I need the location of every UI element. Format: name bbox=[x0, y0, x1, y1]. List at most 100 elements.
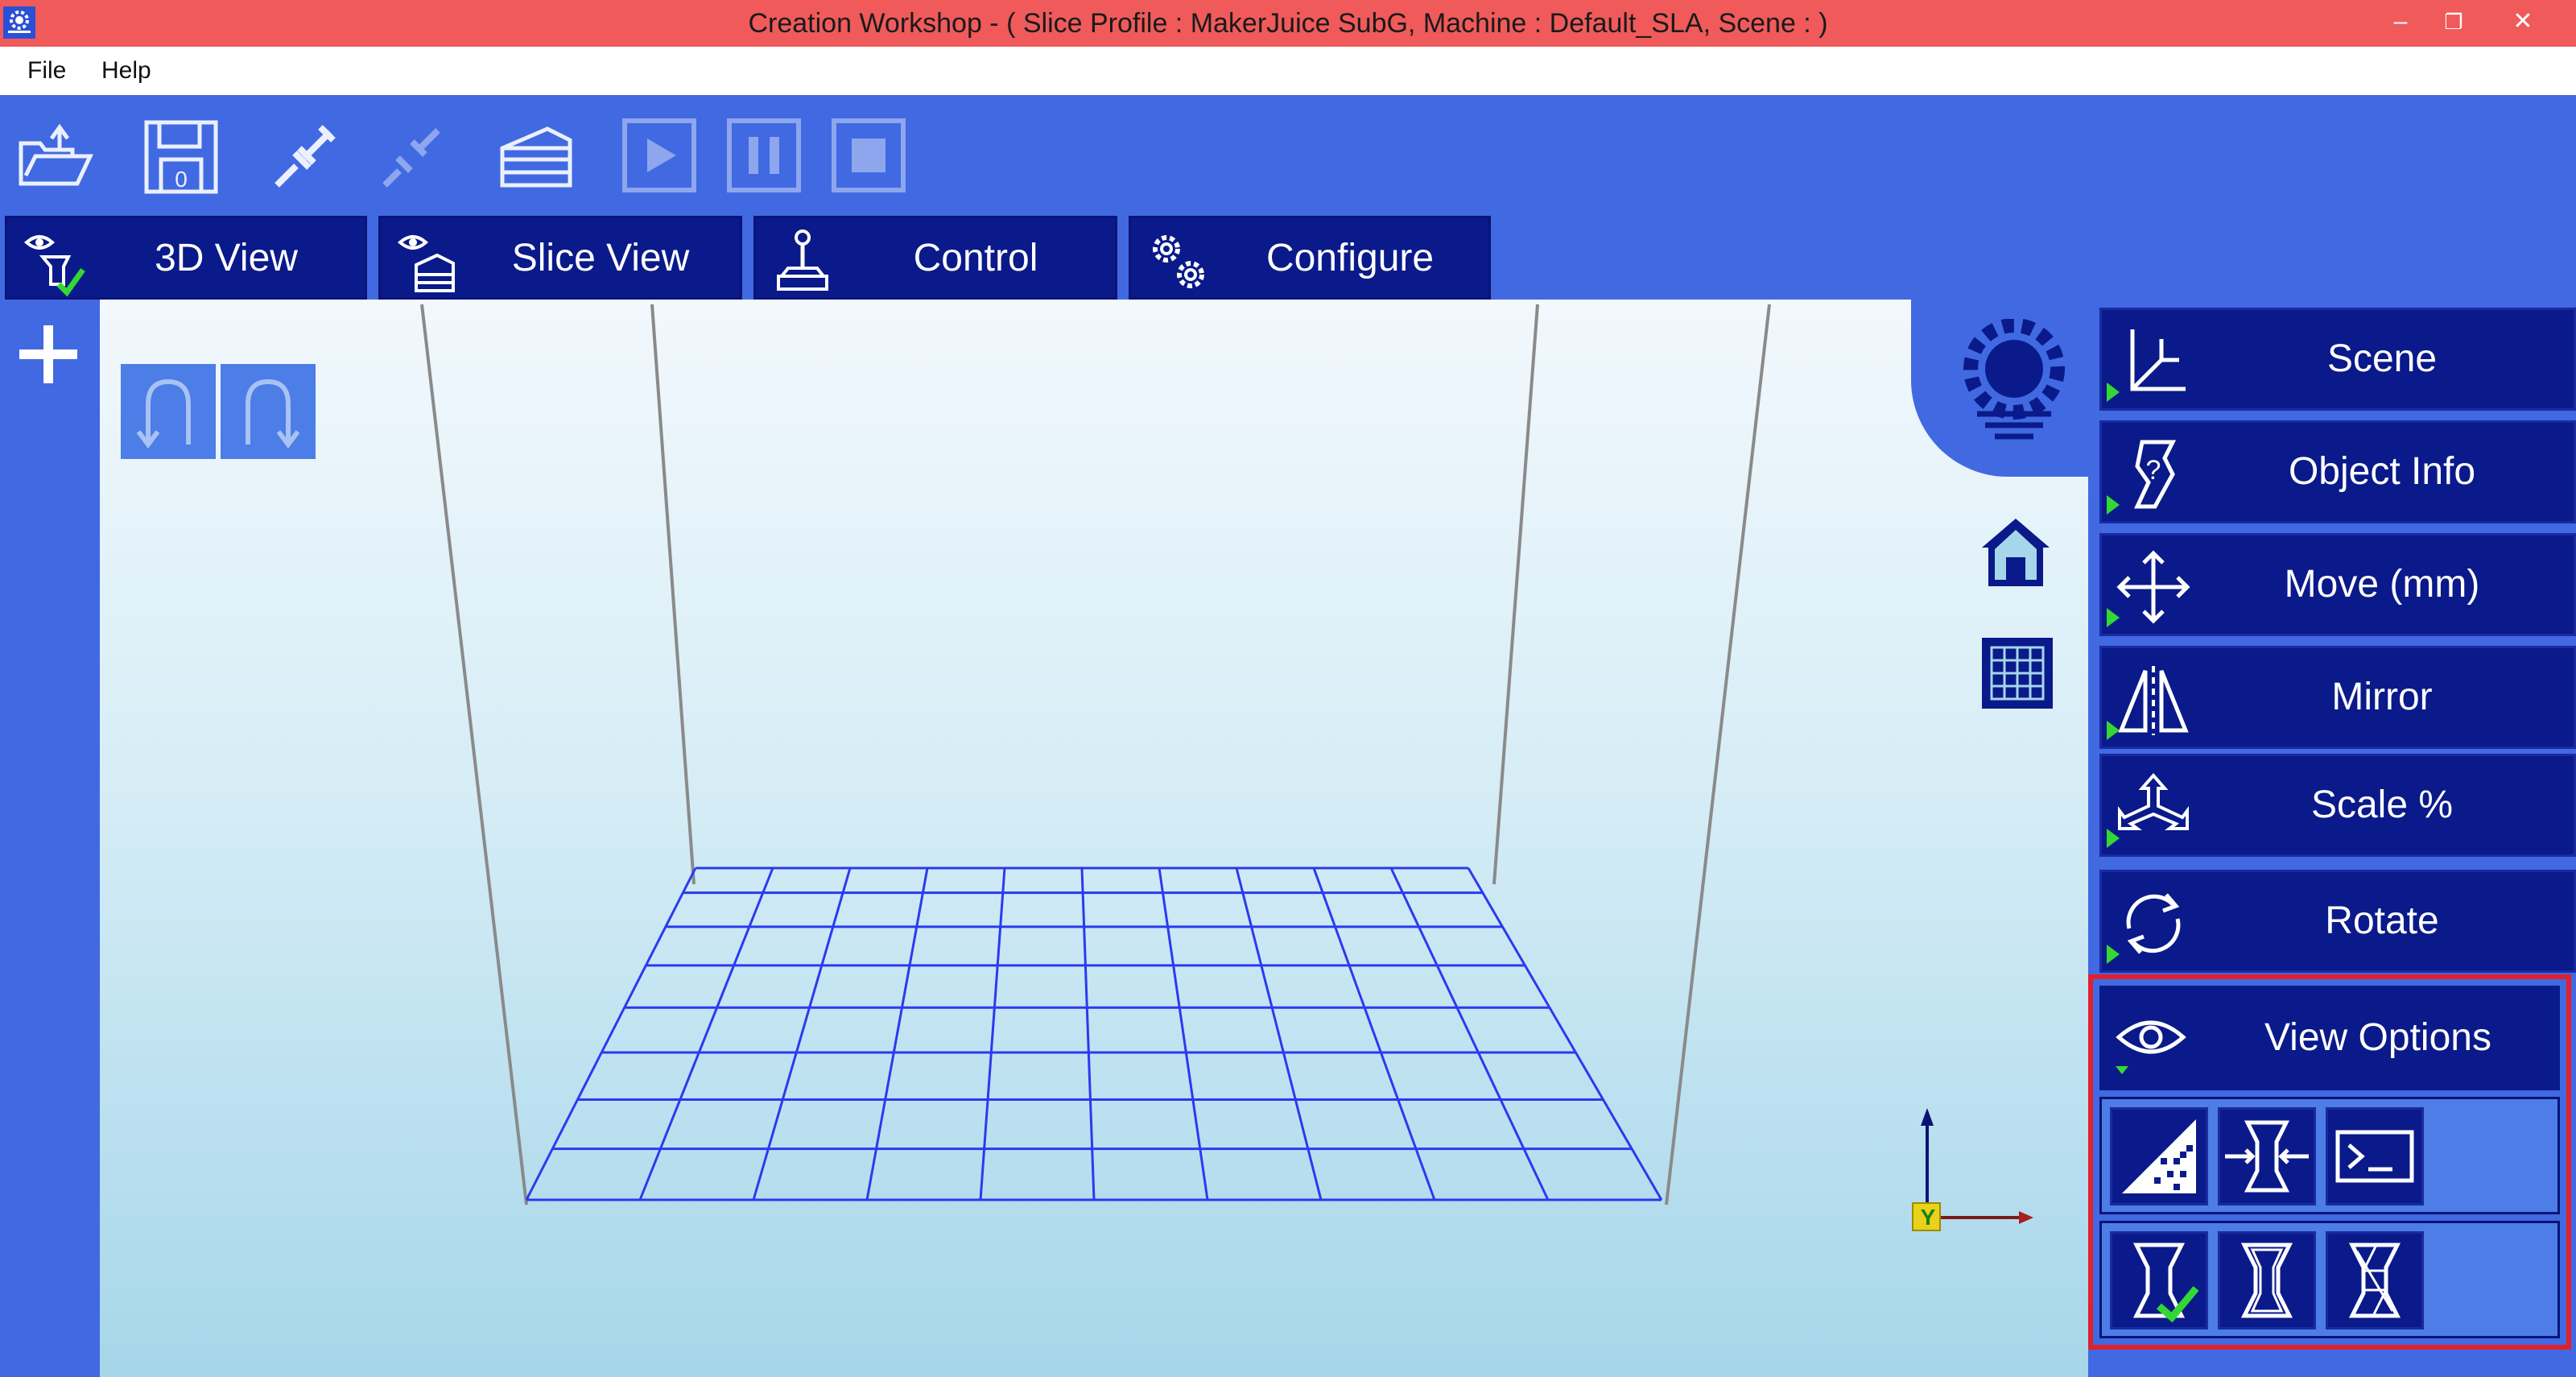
move-button[interactable]: Move (mm) bbox=[2099, 533, 2576, 636]
gradient-shading-icon bbox=[2122, 1119, 2196, 1193]
rotate-label: Rotate bbox=[2325, 899, 2439, 942]
expand-arrow-icon bbox=[2107, 945, 2120, 964]
solid-object-check-icon bbox=[2132, 1243, 2199, 1323]
grid-line bbox=[865, 867, 929, 1201]
grid-line bbox=[1389, 867, 1550, 1201]
expand-arrow-icon bbox=[2107, 382, 2120, 402]
move-arrows-icon bbox=[2116, 550, 2190, 624]
view-solid-button[interactable] bbox=[2110, 1231, 2208, 1329]
grid-line bbox=[979, 867, 1006, 1201]
tab-3d-view-label: 3D View bbox=[155, 237, 298, 279]
sun-icon bbox=[1963, 319, 2065, 440]
grid-line bbox=[752, 867, 852, 1201]
view-options-row-2 bbox=[2099, 1221, 2560, 1338]
tab-configure[interactable]: Configure bbox=[1129, 216, 1491, 300]
play-button[interactable] bbox=[615, 111, 704, 200]
build-volume-frame bbox=[420, 304, 1771, 1205]
object-info-button[interactable]: ? Object Info bbox=[2099, 420, 2576, 523]
grid-line bbox=[1467, 867, 1663, 1201]
pause-button[interactable] bbox=[720, 111, 808, 200]
mirror-button[interactable]: Mirror bbox=[2099, 646, 2576, 749]
save-file-button[interactable]: 0 bbox=[137, 111, 225, 200]
stop-button[interactable] bbox=[824, 111, 913, 200]
app-window: Creation Workshop - ( Slice Profile : Ma… bbox=[0, 0, 2576, 1377]
view-options-label: View Options bbox=[2264, 1016, 2491, 1059]
rotate-icon bbox=[2126, 893, 2181, 954]
joystick-icon bbox=[777, 229, 828, 291]
grid-line bbox=[1312, 867, 1436, 1201]
eye-icon bbox=[2116, 1020, 2186, 1074]
console-icon bbox=[2335, 1130, 2414, 1183]
grid-line bbox=[638, 867, 774, 1201]
view-compress-button[interactable] bbox=[2218, 1107, 2316, 1205]
view-gradient-button[interactable] bbox=[2110, 1107, 2208, 1205]
object-info-icon: ? bbox=[2134, 440, 2177, 509]
save-icon: 0 bbox=[144, 120, 218, 194]
grid-view-button[interactable] bbox=[1979, 635, 2056, 712]
toolbar: 0 bbox=[0, 95, 2576, 216]
view-options-button[interactable]: View Options bbox=[2099, 986, 2560, 1090]
add-object-button[interactable] bbox=[14, 320, 82, 388]
axis-y-label: Y bbox=[1920, 1205, 1936, 1230]
rotate-button[interactable]: Rotate bbox=[2099, 870, 2576, 973]
grid-line bbox=[525, 867, 697, 1201]
home-view-button[interactable] bbox=[1975, 512, 2056, 593]
expand-arrow-icon bbox=[2107, 829, 2120, 848]
menu-file[interactable]: File bbox=[27, 47, 66, 95]
scene-label: Scene bbox=[2326, 337, 2438, 380]
scene-button[interactable]: Scene bbox=[2099, 308, 2576, 411]
tab-configure-label: Configure bbox=[1265, 237, 1435, 279]
open-icon bbox=[19, 123, 93, 186]
scale-label: Scale % bbox=[2310, 784, 2454, 826]
axes-icon bbox=[2130, 329, 2186, 391]
minimize-button[interactable]: – bbox=[2373, 0, 2428, 47]
eye-3d-view-icon bbox=[23, 235, 85, 297]
scale-icon bbox=[2118, 772, 2189, 830]
menu-bar: File Help bbox=[0, 47, 2576, 95]
grid-line bbox=[1158, 867, 1209, 1201]
wireframe-object-icon bbox=[2348, 1243, 2401, 1318]
mirror-icon bbox=[2118, 666, 2189, 735]
disconnect-button[interactable] bbox=[367, 111, 456, 200]
outline-object-icon bbox=[2240, 1243, 2293, 1318]
mirror-label: Mirror bbox=[2331, 676, 2433, 718]
open-file-button[interactable] bbox=[11, 111, 100, 200]
close-button[interactable]: ✕ bbox=[2496, 0, 2550, 47]
connect-icon bbox=[275, 125, 336, 188]
build-platform-grid bbox=[525, 866, 1663, 1201]
title-bar: Creation Workshop - ( Slice Profile : Ma… bbox=[0, 0, 2576, 47]
scale-button[interactable]: Scale % bbox=[2099, 754, 2576, 857]
expand-arrow-icon bbox=[2107, 721, 2120, 740]
view-options-panel: View Options bbox=[2088, 974, 2571, 1350]
view-wireframe-button[interactable] bbox=[2326, 1231, 2424, 1329]
grid-line bbox=[1080, 867, 1096, 1201]
tab-control[interactable]: Control bbox=[753, 216, 1117, 300]
tab-3d-view[interactable]: 3D View bbox=[5, 216, 367, 300]
svg-text:0: 0 bbox=[175, 167, 188, 192]
expand-arrow-icon bbox=[2107, 495, 2120, 515]
grid-line bbox=[1235, 867, 1323, 1201]
3d-viewport[interactable]: Y bbox=[100, 300, 2088, 1377]
gears-icon bbox=[1153, 235, 1204, 288]
build-volume-scene bbox=[420, 304, 2033, 1231]
slice-button[interactable] bbox=[491, 111, 580, 200]
connect-button[interactable] bbox=[259, 111, 348, 200]
object-info-label: Object Info bbox=[2288, 450, 2476, 493]
slice-icon bbox=[500, 126, 572, 188]
view-outline-button[interactable] bbox=[2218, 1231, 2316, 1329]
plus-icon bbox=[19, 325, 77, 383]
tab-control-label: Control bbox=[913, 237, 1038, 279]
left-column bbox=[0, 300, 100, 1377]
restore-button[interactable]: ❐ bbox=[2426, 0, 2481, 47]
play-icon bbox=[622, 118, 696, 192]
tab-slice-view-label: Slice View bbox=[511, 237, 690, 279]
view-console-button[interactable] bbox=[2326, 1107, 2424, 1205]
object-compress-icon bbox=[2225, 1120, 2309, 1193]
tab-slice-view[interactable]: Slice View bbox=[378, 216, 742, 300]
expand-arrow-icon bbox=[2107, 608, 2120, 627]
window-title: Creation Workshop - ( Slice Profile : Ma… bbox=[748, 8, 1828, 39]
move-label: Move (mm) bbox=[2284, 563, 2480, 606]
eye-slice-icon bbox=[397, 235, 455, 292]
pause-icon bbox=[727, 118, 801, 192]
menu-help[interactable]: Help bbox=[101, 47, 151, 95]
